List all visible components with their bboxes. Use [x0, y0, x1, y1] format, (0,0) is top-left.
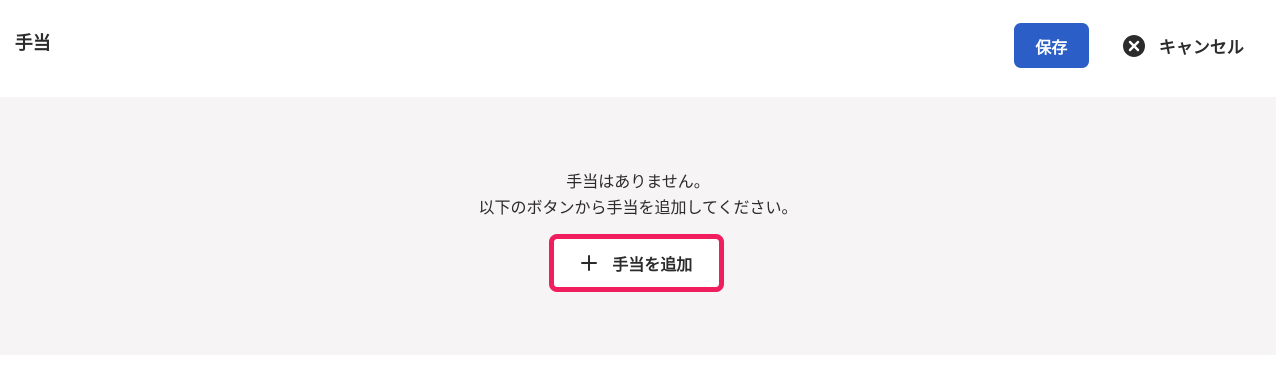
content-panel: 手当はありません。 以下のボタンから手当を追加してください。 手当を追加 [0, 97, 1276, 355]
add-allowance-highlight: 手当を追加 [549, 234, 724, 292]
plus-icon [580, 254, 598, 272]
cancel-label: キャンセル [1159, 38, 1244, 58]
close-circle-icon [1123, 34, 1145, 57]
add-allowance-button[interactable]: 手当を追加 [554, 239, 719, 287]
save-button[interactable]: 保存 [1014, 23, 1089, 68]
page-title: 手当 [15, 33, 51, 54]
empty-state-line-1: 手当はありません。 [566, 172, 710, 191]
cancel-button[interactable]: キャンセル [1112, 23, 1262, 68]
header: 手当 保存 キャンセル [0, 0, 1276, 97]
empty-state-message: 手当はありません。 以下のボタンから手当を追加してください。 [0, 169, 1276, 221]
add-allowance-label: 手当を追加 [612, 255, 693, 274]
empty-state-line-2: 以下のボタンから手当を追加してください。 [478, 198, 798, 217]
